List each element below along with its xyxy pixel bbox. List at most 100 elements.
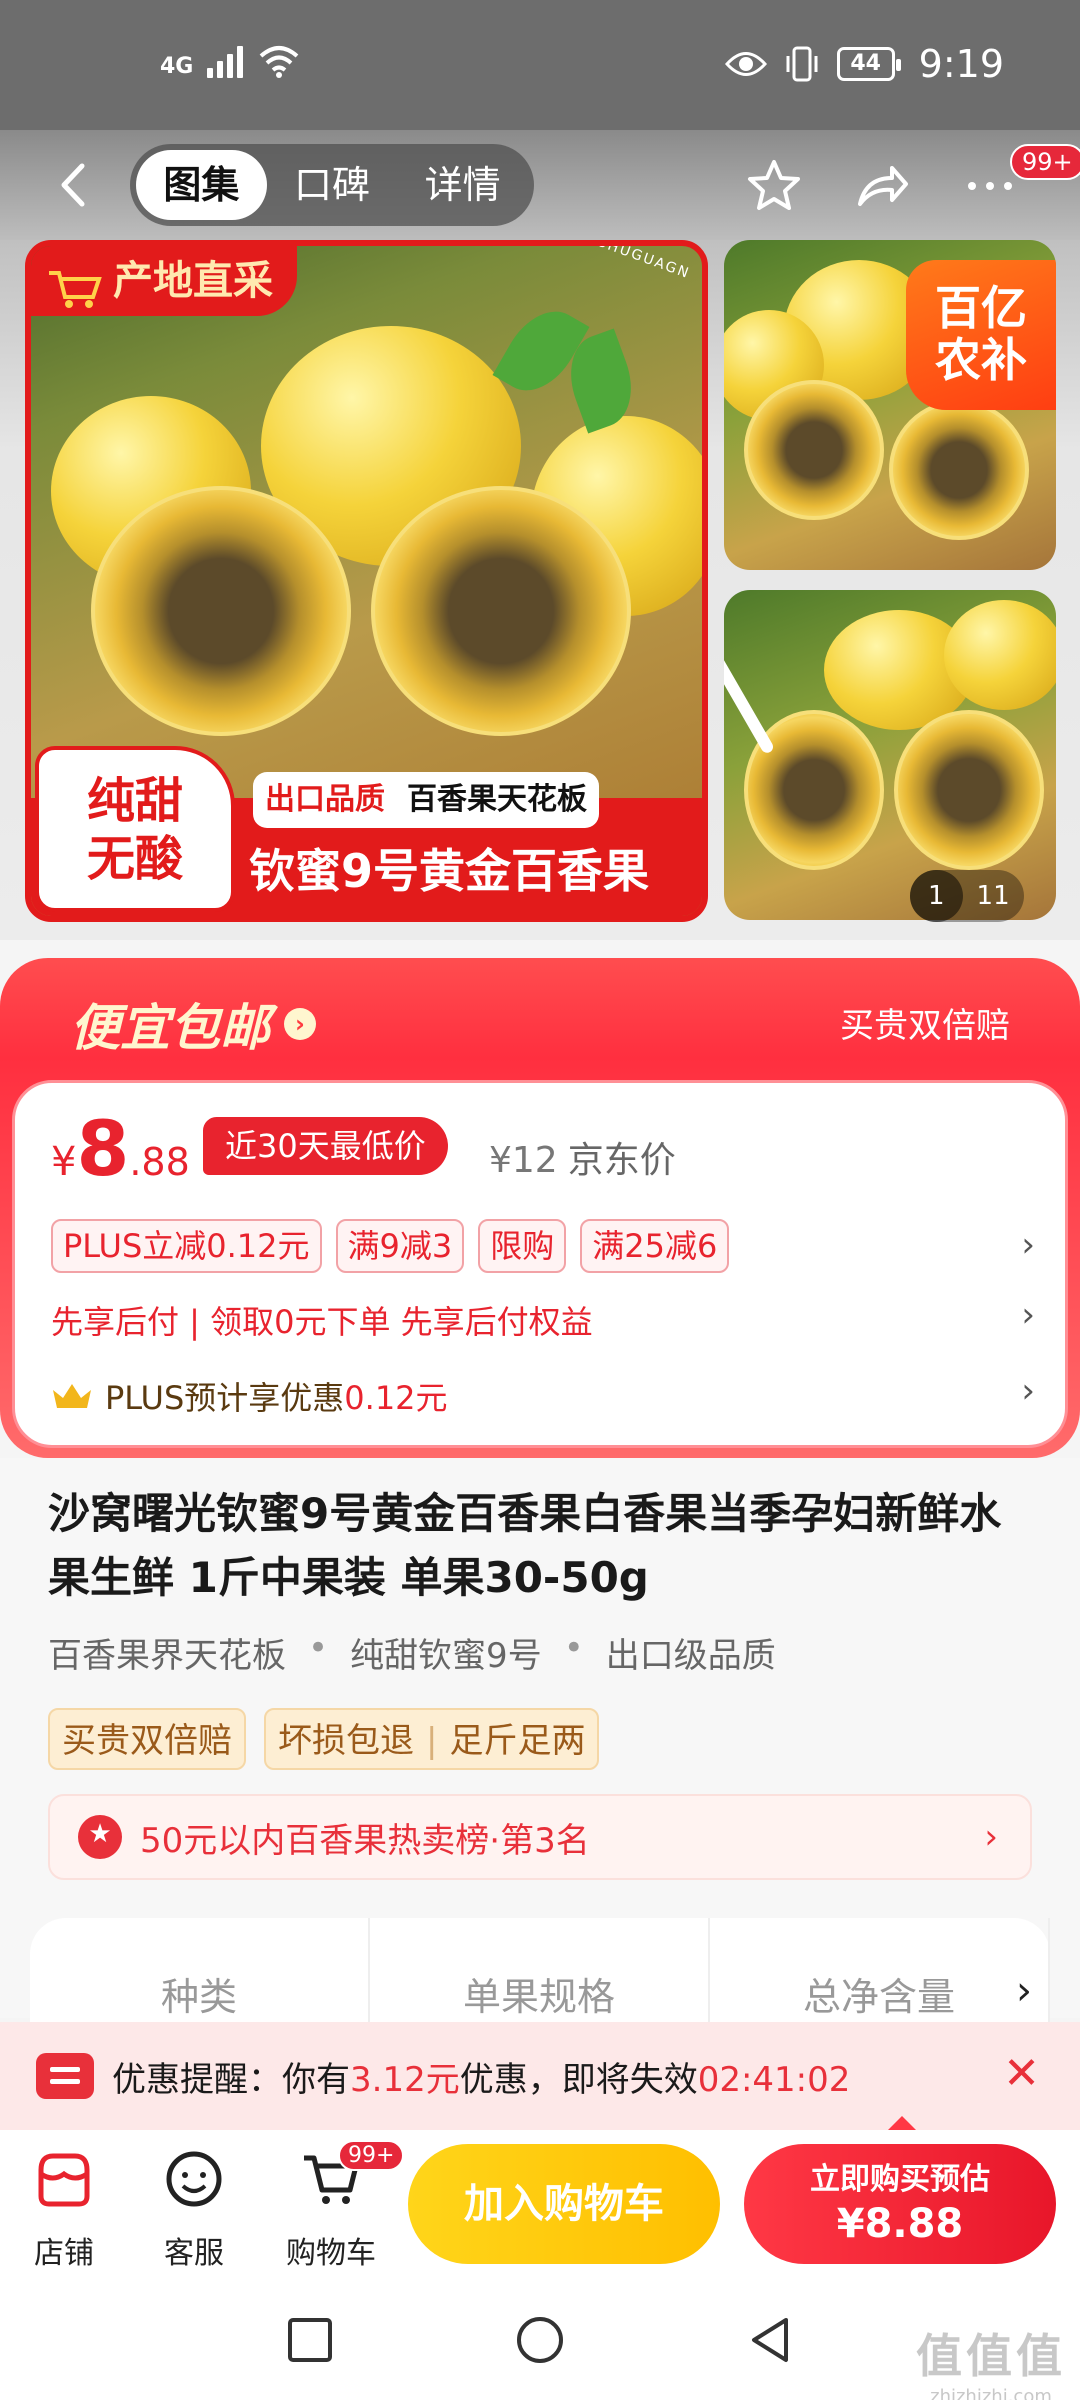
product-strip-title: 钦蜜9号黄金百香果 bbox=[249, 844, 650, 898]
close-icon[interactable]: ✕ bbox=[1003, 2048, 1040, 2099]
chevron-right-icon: › bbox=[284, 1008, 316, 1040]
chevron-right-icon: › bbox=[984, 1817, 998, 1857]
star-favorite-icon[interactable] bbox=[744, 156, 804, 216]
chevron-right-icon[interactable]: › bbox=[1021, 1225, 1035, 1265]
discount-reminder[interactable]: 优惠提醒：你有3.12元优惠，即将失效02:41:02 ✕ bbox=[0, 2022, 1080, 2130]
cut-fruit-image bbox=[894, 710, 1044, 870]
plus-amount: 0.12元 bbox=[344, 1379, 448, 1417]
bottom-action-bar: 店铺 客服 99+ 购物车 加入购物车 立即购买预估 ¥8.88 bbox=[0, 2116, 1080, 2280]
promo-headline[interactable]: 便宜包邮 › bbox=[70, 988, 316, 1060]
add-to-cart-button[interactable]: 加入购物车 bbox=[408, 2144, 720, 2264]
promo-guarantee: 买贵双倍赔 bbox=[840, 1006, 1010, 1046]
straw-image bbox=[724, 645, 776, 755]
vibrate-icon bbox=[786, 46, 818, 82]
cart-button[interactable]: 99+ 购物车 bbox=[276, 2140, 405, 2272]
service-label: 客服 bbox=[164, 2236, 224, 2271]
lowest-price-tag: 近30天最低价 bbox=[203, 1117, 448, 1175]
tab-reviews[interactable]: 口碑 bbox=[267, 150, 398, 220]
spec-selector[interactable]: 种类 单果规格 总净含量 › bbox=[30, 1918, 1050, 2028]
recent-apps-icon[interactable] bbox=[280, 2310, 340, 2370]
plus-label: PLUS预计享优惠 bbox=[105, 1379, 345, 1417]
home-icon[interactable] bbox=[510, 2310, 570, 2370]
coupon-tag: PLUS立减0.12元 bbox=[51, 1219, 322, 1273]
message-badge: 99+ bbox=[1010, 144, 1080, 180]
product-tag: 百香果界天花板 bbox=[48, 1636, 286, 1676]
counter-total: 11 bbox=[976, 881, 1010, 911]
guarantee-badge[interactable]: 买贵双倍赔 bbox=[48, 1708, 246, 1770]
tab-gallery[interactable]: 图集 bbox=[136, 150, 267, 220]
product-info: 沙窝曙光钦蜜9号黄金百香果白香果当季孕妇新鲜水果生鲜 1斤中果装 单果30-50… bbox=[0, 1458, 1080, 2028]
promo-headline-text: 便宜包邮 bbox=[70, 999, 270, 1057]
separator-dot: • bbox=[308, 1628, 329, 1668]
plus-row[interactable]: PLUS预计享优惠0.12元 bbox=[51, 1373, 448, 1419]
coupon-icon bbox=[36, 2053, 94, 2099]
share-icon[interactable] bbox=[852, 156, 912, 216]
coupon-list[interactable]: PLUS立减0.12元 满9减3 限购 满25减6 bbox=[51, 1219, 730, 1273]
chevron-right-icon[interactable]: › bbox=[1021, 1371, 1035, 1411]
spec-column[interactable]: 单果规格 bbox=[370, 1918, 710, 2028]
jd-price-value: ¥12 bbox=[489, 1140, 558, 1181]
cart-badge: 99+ bbox=[338, 2140, 405, 2171]
back-triangle-icon[interactable] bbox=[740, 2310, 800, 2370]
tab-details[interactable]: 详情 bbox=[397, 150, 528, 220]
subsidy-badge: 百亿 农补 bbox=[906, 260, 1056, 410]
plus-text: PLUS预计享优惠0.12元 bbox=[105, 1373, 448, 1419]
sweet-label: 纯甜 无酸 bbox=[35, 746, 235, 912]
reminder-suffix: 优惠，即将失效 bbox=[459, 2059, 698, 2100]
buy-now-button[interactable]: 立即购买预估 ¥8.88 bbox=[744, 2144, 1056, 2264]
jd-price: ¥12 京东价 bbox=[489, 1131, 676, 1183]
service-face-icon bbox=[166, 2151, 222, 2207]
guarantee-badge: 坏损包退 bbox=[278, 1721, 414, 1761]
sweet-line2: 无酸 bbox=[86, 831, 183, 887]
origin-text: 产地直采 bbox=[113, 258, 273, 304]
spec-column[interactable]: 种类 bbox=[30, 1918, 370, 2028]
watermark: 值值值 zhizhizhi.com bbox=[916, 2320, 1066, 2400]
cart-label: 购物车 bbox=[286, 2236, 376, 2271]
guarantee-badge: 足斤足两 bbox=[449, 1721, 586, 1761]
chevron-right-icon[interactable]: › bbox=[1016, 1968, 1032, 2014]
price-integer: 8 bbox=[76, 1104, 130, 1193]
battery-icon: 44 bbox=[836, 47, 901, 81]
price-symbol: ¥ bbox=[51, 1139, 77, 1185]
pay-later-text: 先享后付 | 领取0元下单 先享后付权益 bbox=[51, 1303, 593, 1341]
main-product-image[interactable]: 产地直采 SHUGUAGN 纯甜 无酸 出口品质 百香果天花板 钦蜜9号黄金百香… bbox=[25, 240, 708, 922]
ceiling-text: 百香果天花板 bbox=[407, 782, 587, 817]
separator-dot: • bbox=[563, 1628, 584, 1668]
price-decimal: .88 bbox=[129, 1140, 190, 1184]
fruit-image bbox=[944, 600, 1056, 710]
image-gallery: 产地直采 SHUGUAGN 纯甜 无酸 出口品质 百香果天花板 钦蜜9号黄金百香… bbox=[0, 240, 1080, 940]
separator: | bbox=[426, 1721, 438, 1761]
network-type: 4G bbox=[160, 54, 194, 79]
watermark-main: 值值值 bbox=[916, 2329, 1066, 2383]
product-title: 沙窝曙光钦蜜9号黄金百香果白香果当季孕妇新鲜水果生鲜 1斤中果装 单果30-50… bbox=[48, 1489, 1002, 1602]
medal-icon bbox=[78, 1815, 122, 1859]
subsidy-line2: 农补 bbox=[935, 333, 1027, 387]
reminder-prefix: 优惠提醒：你有 bbox=[112, 2059, 350, 2100]
spec-column[interactable]: 总净含量 bbox=[710, 1918, 1050, 2028]
thumbnail-1[interactable]: 百亿 农补 bbox=[724, 240, 1056, 570]
chevron-right-icon[interactable]: › bbox=[1021, 1295, 1035, 1335]
sweet-line1: 纯甜 bbox=[86, 773, 183, 829]
view-tabs: 图集 口碑 详情 bbox=[130, 144, 534, 226]
store-button[interactable]: 店铺 bbox=[14, 2148, 114, 2272]
eye-icon bbox=[724, 52, 767, 76]
origin-banner: 产地直采 bbox=[31, 246, 297, 316]
store-icon bbox=[38, 2153, 90, 2207]
price: ¥ 8 .88 bbox=[51, 1109, 190, 1189]
export-quality-text: 出口品质 bbox=[265, 782, 385, 817]
buy-now-price: ¥8.88 bbox=[836, 2201, 964, 2247]
reminder-text: 优惠提醒：你有3.12元优惠，即将失效02:41:02 bbox=[112, 2052, 850, 2101]
status-right: 44 9:19 bbox=[724, 42, 1004, 86]
pay-later-row[interactable]: 先享后付 | 领取0元下单 先享后付权益 bbox=[51, 1297, 593, 1343]
jd-price-label: 京东价 bbox=[567, 1140, 676, 1181]
guarantee-badge-group[interactable]: 坏损包退 | 足斤足两 bbox=[264, 1708, 600, 1770]
back-arrow-icon[interactable] bbox=[50, 160, 100, 210]
ranking-banner[interactable]: 50元以内百香果热卖榜·第3名 › bbox=[48, 1794, 1032, 1880]
reminder-countdown: 02:41:02 bbox=[697, 2059, 851, 2100]
quality-pill: 出口品质 百香果天花板 bbox=[253, 772, 599, 828]
price-panel: ¥ 8 .88 近30天最低价 ¥12 京东价 PLUS立减0.12元 满9减3 … bbox=[12, 1080, 1068, 1448]
coupon-tag: 满25减6 bbox=[580, 1219, 730, 1273]
signal-bars-icon bbox=[207, 44, 244, 78]
promo-card: 便宜包邮 › 买贵双倍赔 ¥ 8 .88 近30天最低价 ¥12 京东价 PLUS… bbox=[0, 958, 1080, 1458]
customer-service-button[interactable]: 客服 bbox=[144, 2148, 244, 2272]
